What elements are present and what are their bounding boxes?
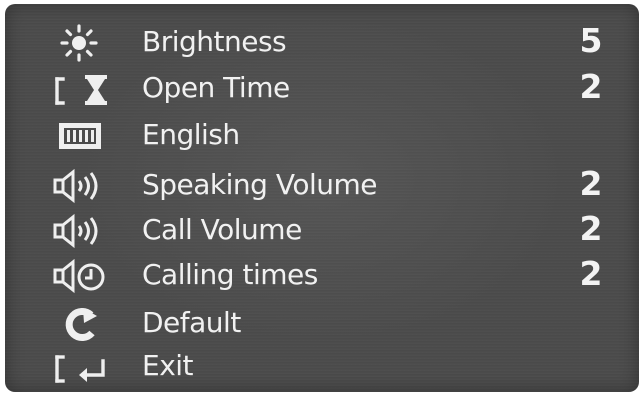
menu-item-label: Call Volume [142, 213, 302, 246]
menu-item-speaking-volume[interactable]: Speaking Volume 2 [5, 164, 639, 210]
menu-item-value: 2 [579, 67, 603, 106]
menu-item-label: Brightness [142, 25, 287, 58]
menu-item-value: 5 [579, 21, 603, 60]
menu-item-default[interactable]: Default [5, 302, 639, 348]
menu-item-label: Default [142, 306, 241, 339]
hourglass-icon [45, 69, 117, 109]
reset-refresh-icon [45, 304, 117, 344]
menu-item-language[interactable]: English [5, 114, 639, 160]
speaker-timer-icon [45, 256, 117, 296]
menu-item-label: English [142, 118, 240, 151]
speaker-volume-icon [45, 211, 117, 251]
menu-item-exit[interactable]: Exit [5, 345, 639, 391]
brightness-sun-icon [45, 23, 117, 63]
menu-item-open-time[interactable]: Open Time 2 [5, 67, 639, 113]
menu-item-value: 2 [579, 254, 603, 293]
menu-item-call-volume[interactable]: Call Volume 2 [5, 209, 639, 255]
menu-item-label: Exit [142, 349, 194, 382]
speaker-volume-icon [45, 166, 117, 206]
menu-item-value: 2 [579, 209, 603, 248]
menu-item-label: Open Time [142, 71, 290, 104]
return-enter-icon [45, 347, 117, 387]
menu-screen: Brightness 5 Open Time 2 English Speakin… [5, 4, 639, 392]
menu-item-brightness[interactable]: Brightness 5 [5, 21, 639, 67]
menu-item-label: Calling times [142, 258, 318, 291]
menu-item-calling-times[interactable]: Calling times 2 [5, 254, 639, 300]
menu-item-value: 2 [579, 164, 603, 203]
language-keyboard-icon [45, 116, 117, 156]
menu-item-label: Speaking Volume [142, 168, 377, 201]
